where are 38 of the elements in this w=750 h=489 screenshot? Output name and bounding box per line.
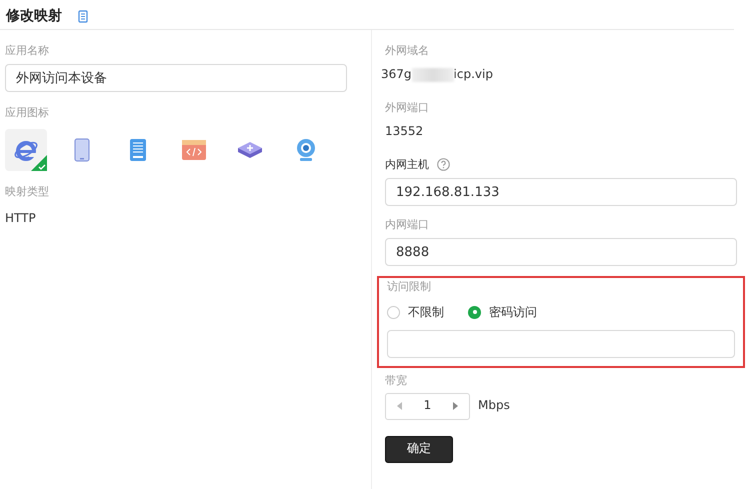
code-icon — [182, 140, 206, 160]
app-name-field[interactable]: 外网访问本设备 — [5, 64, 347, 92]
domain-text: icp.vip — [454, 67, 493, 83]
domain-text: 367g — [381, 67, 412, 83]
port-field[interactable]: 8888 — [385, 238, 737, 266]
field-label: 应用名称 — [5, 44, 49, 57]
password-field[interactable] — [387, 330, 735, 358]
confirm-button[interactable]: 确定 — [385, 436, 453, 463]
increment-icon[interactable] — [452, 402, 458, 410]
router-icon — [237, 140, 263, 159]
decrement-icon[interactable] — [396, 402, 403, 410]
field-label: 内网主机 — [385, 158, 429, 172]
page-title: 修改映射 — [6, 7, 62, 26]
host-field[interactable]: 192.168.81.133 — [385, 178, 737, 206]
radio-label[interactable]: 不限制 — [408, 304, 444, 320]
field-label: 应用图标 — [5, 106, 49, 120]
field-label: 外网端口 — [385, 100, 429, 114]
radio-label[interactable]: 密码访问 — [489, 304, 537, 320]
redaction-blur — [412, 68, 454, 82]
field-label: 访问限制 — [387, 280, 431, 294]
document-icon[interactable] — [78, 10, 88, 23]
app-icon-option[interactable] — [5, 128, 47, 171]
field-label: 带宽 — [385, 374, 407, 388]
radio-button[interactable] — [468, 306, 481, 319]
tablet-icon — [74, 138, 90, 162]
unit-label: Mbps — [478, 398, 510, 414]
bandwidth-stepper[interactable]: 1 — [385, 392, 470, 420]
server-icon — [129, 138, 147, 162]
webcam-icon — [296, 138, 316, 162]
field-value: HTTP — [5, 210, 36, 225]
field-label: 映射类型 — [5, 184, 49, 198]
check-badge-icon — [31, 154, 47, 171]
field-label: 外网域名 — [385, 44, 429, 57]
stepper-value: 1 — [424, 398, 432, 414]
help-icon[interactable] — [437, 158, 450, 172]
radio-button[interactable] — [387, 306, 400, 319]
field-label: 内网端口 — [385, 218, 429, 232]
field-value: 13552 — [385, 124, 424, 140]
